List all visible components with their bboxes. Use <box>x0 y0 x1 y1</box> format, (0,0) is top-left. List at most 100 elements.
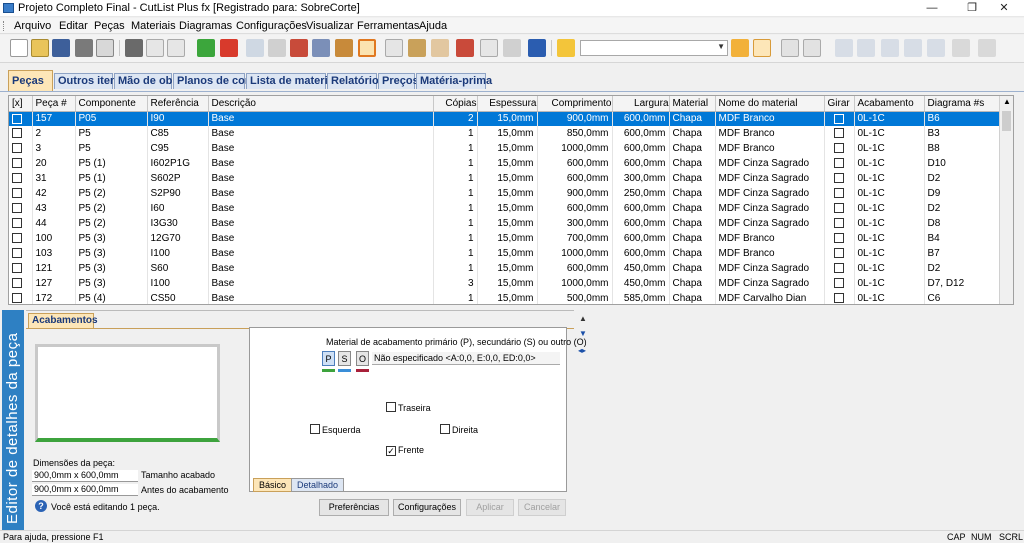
table-cell[interactable]: MDF Cinza Sagrado <box>715 186 825 201</box>
checkbox-box[interactable] <box>12 203 22 214</box>
row-select-checkbox[interactable] <box>9 111 33 126</box>
checkbox-box[interactable] <box>12 233 22 244</box>
menu-visualizar[interactable]: Visualizar <box>306 20 354 32</box>
table-cell[interactable]: B3 <box>924 126 1001 141</box>
checkbox-box[interactable] <box>386 402 396 412</box>
table-cell[interactable]: Chapa <box>669 291 716 304</box>
row-select-checkbox[interactable] <box>9 261 33 276</box>
table-view-icon[interactable] <box>753 39 771 57</box>
preferences-button[interactable]: Preferências <box>319 499 389 516</box>
table-cell[interactable]: P5 <box>75 141 148 156</box>
checkbox-box[interactable] <box>834 263 844 274</box>
zoom-icon[interactable] <box>952 39 970 57</box>
table-cell[interactable]: 1 <box>433 216 478 231</box>
table-row[interactable]: 127 P5 (3) I100 Base 3 15,0mm 1000,0mm 450,0mm C… <box>9 276 1001 291</box>
table-cell[interactable]: B4 <box>924 231 1001 246</box>
table-cell[interactable]: 15,0mm <box>477 216 538 231</box>
table-cell[interactable]: MDF Cinza Sagrado <box>715 156 825 171</box>
primary-button[interactable]: P <box>322 351 335 366</box>
table-cell[interactable]: 1 <box>433 126 478 141</box>
table-cell[interactable]: 250,0mm <box>612 186 670 201</box>
col-header-peca[interactable]: Peça # <box>32 96 76 112</box>
document-settings-icon[interactable] <box>385 39 403 57</box>
checkbox-box[interactable] <box>834 158 844 169</box>
report-icon[interactable] <box>480 39 498 57</box>
rotate-checkbox[interactable] <box>824 216 855 231</box>
table-cell[interactable]: MDF Cinza Sagrado <box>715 171 825 186</box>
table-cell[interactable]: MDF Cinza Sagrado <box>715 276 825 291</box>
tab-lista-de-materiais[interactable]: Lista de materiais <box>246 73 343 89</box>
table-row[interactable]: 172 P5 (4) CS50 Base 1 15,0mm 500,0mm 585,0mm Ch… <box>9 291 1001 304</box>
table-cell[interactable]: I60 <box>147 201 209 216</box>
table-cell[interactable]: P5 (2) <box>75 201 148 216</box>
table-cell[interactable]: Base <box>208 201 434 216</box>
edit-pencil-icon[interactable] <box>358 39 376 57</box>
lightning-icon[interactable] <box>557 39 575 57</box>
table-cell[interactable]: MDF Carvalho Dian <box>715 291 825 304</box>
col-header-componente[interactable]: Componente <box>75 96 148 112</box>
move-down-icon[interactable] <box>290 39 308 57</box>
table-cell[interactable]: 1 <box>433 246 478 261</box>
table-row[interactable]: 100 P5 (3) 12G70 Base 1 15,0mm 700,0mm 600,0mm C… <box>9 231 1001 246</box>
rotate-checkbox[interactable] <box>824 276 855 291</box>
minimize-button[interactable]: — <box>912 0 952 17</box>
menu-arquivo[interactable]: Arquivo <box>14 20 51 32</box>
table-cell[interactable]: 600,0mm <box>612 201 670 216</box>
table-row[interactable]: 3 P5 C95 Base 1 15,0mm 1000,0mm 600,0mm Chapa MDF… <box>9 141 1001 156</box>
table-cell[interactable]: MDF Branco <box>715 141 825 156</box>
apply-button[interactable]: Aplicar <box>466 499 514 516</box>
menu-ferramentas[interactable]: Ferramentas <box>357 20 419 32</box>
tab-materia-prima[interactable]: Matéria-prima <box>416 73 492 89</box>
rotate-checkbox[interactable] <box>824 126 855 141</box>
table-cell[interactable]: Base <box>208 126 434 141</box>
table-cell[interactable]: 15,0mm <box>477 171 538 186</box>
table-cell[interactable]: 0L-1C <box>854 141 925 156</box>
row-select-checkbox[interactable] <box>9 291 33 304</box>
table-cell[interactable]: 1000,0mm <box>537 276 613 291</box>
save-icon[interactable] <box>52 39 70 57</box>
table-cell[interactable]: 850,0mm <box>537 126 613 141</box>
table-cell[interactable]: 0L-1C <box>854 261 925 276</box>
esquerda-checkbox[interactable]: Esquerda <box>310 424 361 435</box>
delete-row-icon[interactable] <box>220 39 238 57</box>
table-cell[interactable]: 0L-1C <box>854 291 925 304</box>
table-row[interactable]: 157 P05 I90 Base 2 15,0mm 900,0mm 600,0mm Chapa M… <box>9 111 1001 126</box>
table-cell[interactable]: C6 <box>924 291 1001 304</box>
sort-icon[interactable] <box>335 39 353 57</box>
table-cell[interactable]: Chapa <box>669 276 716 291</box>
table-cell[interactable]: Base <box>208 291 434 304</box>
col-header-descricao[interactable]: Descrição <box>208 96 434 112</box>
tab-basico[interactable]: Básico <box>253 478 293 492</box>
close-button[interactable]: ✕ <box>984 0 1024 17</box>
table-cell[interactable]: Chapa <box>669 126 716 141</box>
table-cell[interactable]: I3G30 <box>147 216 209 231</box>
col-header-diagrama[interactable]: Diagrama #s <box>924 96 1001 112</box>
table-cell[interactable]: Base <box>208 231 434 246</box>
table-cell[interactable]: 1 <box>433 201 478 216</box>
table-cell[interactable]: MDF Branco <box>715 246 825 261</box>
table-cell[interactable]: 2 <box>32 126 76 141</box>
check-icon[interactable]: ✓ <box>386 446 396 456</box>
table-cell[interactable]: C95 <box>147 141 209 156</box>
table-cell[interactable]: S60 <box>147 261 209 276</box>
table-cell[interactable]: 1 <box>433 291 478 304</box>
stamp-icon[interactable] <box>431 39 449 57</box>
checkbox-box[interactable] <box>834 248 844 259</box>
table-cell[interactable]: P05 <box>75 111 148 126</box>
list-icon[interactable] <box>312 39 330 57</box>
checkbox-box[interactable] <box>12 158 22 169</box>
add-row-icon[interactable] <box>197 39 215 57</box>
table-row[interactable]: 42 P5 (2) S2P90 Base 1 15,0mm 900,0mm 250,0mm Ch… <box>9 186 1001 201</box>
table-cell[interactable]: 600,0mm <box>612 216 670 231</box>
table-cell[interactable]: 44 <box>32 216 76 231</box>
table-cell[interactable]: P5 (4) <box>75 291 148 304</box>
print-preview-icon[interactable] <box>96 39 114 57</box>
table-cell[interactable]: 157 <box>32 111 76 126</box>
table-cell[interactable]: 0L-1C <box>854 246 925 261</box>
checkbox-box[interactable] <box>834 278 844 289</box>
checkbox-box[interactable] <box>834 173 844 184</box>
table-cell[interactable]: CS50 <box>147 291 209 304</box>
info-icon[interactable] <box>528 39 546 57</box>
table-cell[interactable]: 0L-1C <box>854 111 925 126</box>
table-cell[interactable]: Base <box>208 261 434 276</box>
